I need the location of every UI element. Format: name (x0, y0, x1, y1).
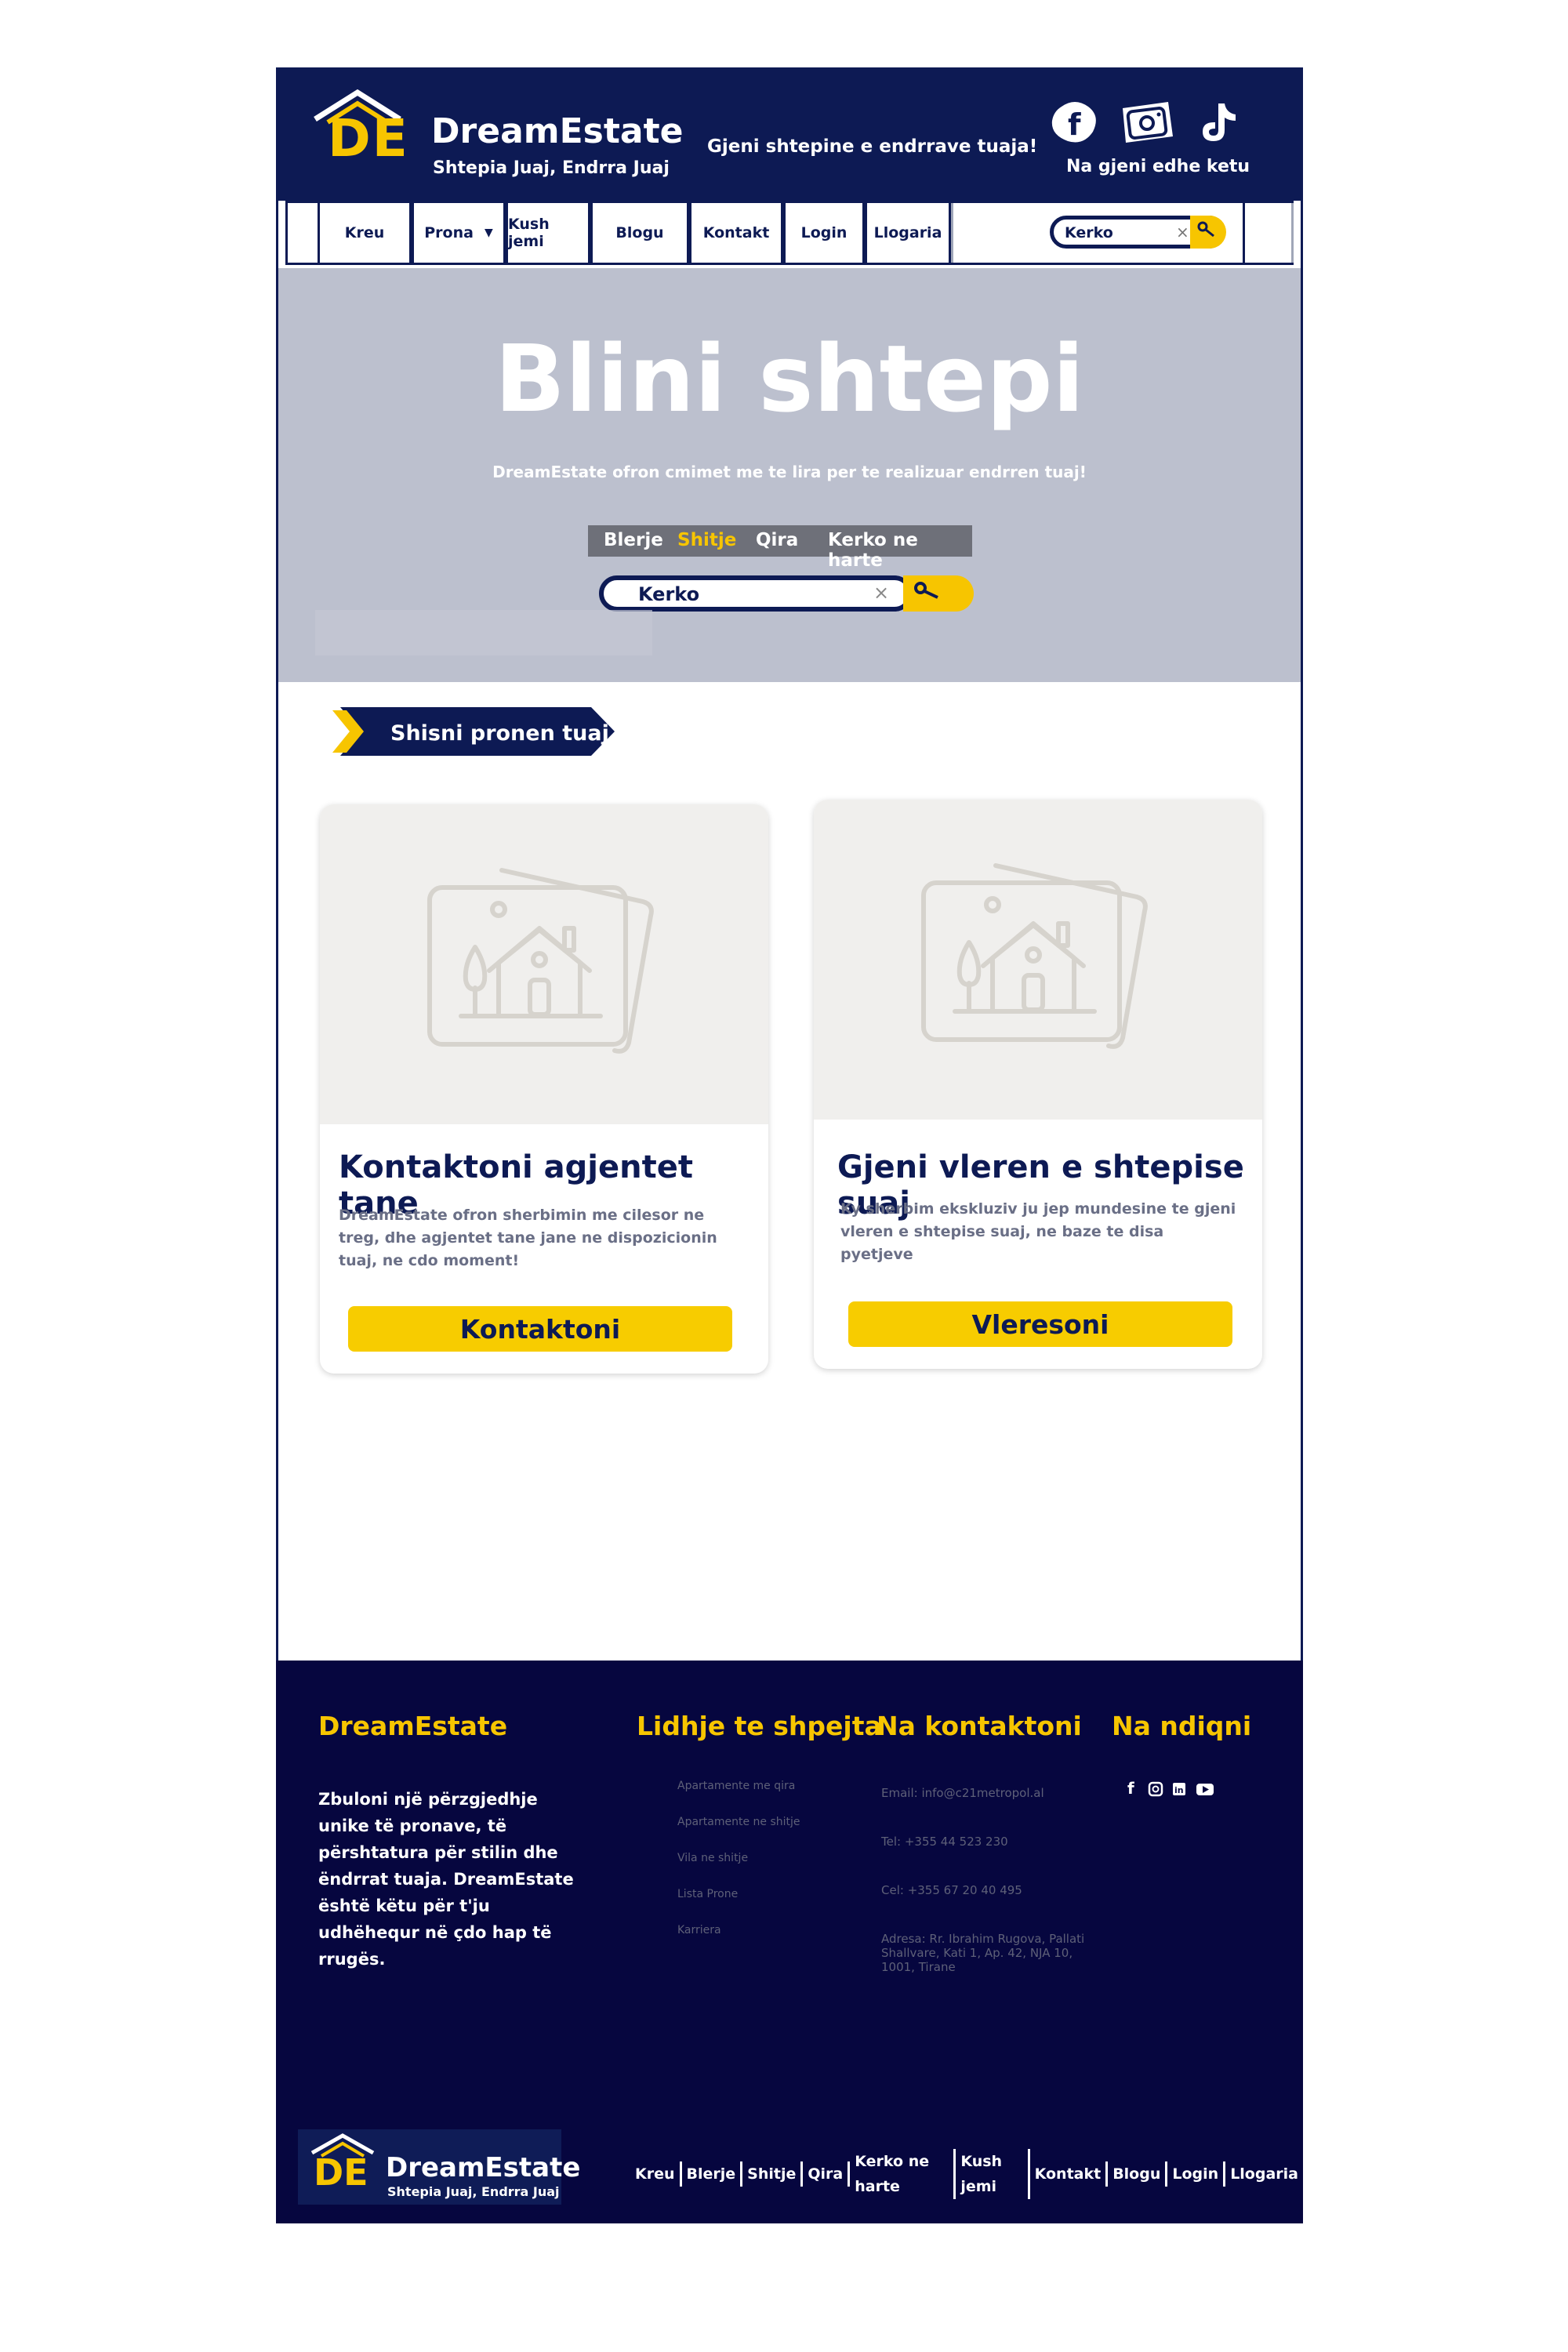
nav-search-button[interactable] (1190, 216, 1226, 249)
nav-item-llogaria[interactable]: Llogaria (865, 203, 951, 263)
footer-nav: Kreu Blerje Shitje Qira Kerko ne harte K… (630, 2149, 1303, 2199)
nav-item-login[interactable]: Login (783, 203, 865, 263)
footer-follow-heading: Na ndiqni (1112, 1711, 1252, 1741)
footer-email[interactable]: Email: info@c21metropol.al (881, 1786, 1093, 1800)
house-photo-icon (427, 868, 654, 1054)
social-caption: Na gjeni edhe ketu (1066, 157, 1250, 176)
tab-kerko-ne-harte[interactable]: Kerko ne harte (828, 530, 972, 571)
footer-nav-kreu[interactable]: Kreu (630, 2161, 682, 2187)
nav-item-blogu[interactable]: Blogu (590, 203, 689, 263)
tab-blerje[interactable]: Blerje (604, 530, 663, 550)
instagram-icon[interactable] (1118, 99, 1178, 146)
footer-link-vila-shitje[interactable]: Vila ne shitje (677, 1852, 748, 1864)
nav-item-prona[interactable]: Prona ▼ (412, 203, 506, 263)
logo-mark[interactable]: DE (328, 113, 409, 165)
footer-nav-login[interactable]: Login (1167, 2161, 1226, 2187)
footer-brand-heading: DreamEstate (318, 1711, 508, 1741)
svg-text:f: f (1068, 107, 1081, 142)
footer-nav-blerje[interactable]: Blerje (682, 2161, 743, 2187)
card-text: DreamEstate ofron sherbimin me cilesor n… (339, 1207, 717, 1269)
footer-nav-shitje[interactable]: Shitje (742, 2161, 804, 2187)
footer-nav-blogu[interactable]: Blogu (1108, 2161, 1168, 2187)
nav-item-kontakt[interactable]: Kontakt (689, 203, 783, 263)
footer-nav-kontakt[interactable]: Kontakt (1030, 2161, 1109, 2187)
card-contact-agents: Kontaktoni agjentet tane DreamEstate ofr… (320, 804, 768, 1374)
hero-overlay (315, 610, 652, 655)
svg-text:f: f (1127, 1779, 1134, 1798)
hero-subtitle: DreamEstate ofron cmimet me te lira per … (492, 463, 1087, 481)
nav-item-kush-jemi[interactable]: Kush jemi (506, 203, 590, 263)
footer-description: Zbuloni një përzgjedhje unike të pronave… (318, 1790, 574, 1969)
image-placeholder (320, 804, 768, 1124)
header-slogan: Gjeni shtepine e endrrave tuaja! (707, 136, 1038, 157)
search-icon (914, 582, 938, 599)
tab-shitje[interactable]: Shitje (677, 530, 736, 550)
footer-cel[interactable]: Cel: +355 67 20 40 495 (881, 1883, 1093, 1897)
footer-address: Adresa: Rr. Ibrahim Rugova, Pallati Shal… (881, 1932, 1085, 1974)
nav-item-kreu[interactable]: Kreu (318, 203, 412, 263)
clear-icon[interactable]: × (873, 582, 889, 604)
nav-search-value: Kerko (1065, 224, 1113, 241)
youtube-icon[interactable] (1196, 1784, 1214, 1795)
vleresoni-button[interactable]: Vleresoni (848, 1301, 1232, 1347)
clear-icon[interactable]: × (1176, 223, 1189, 241)
image-placeholder (814, 800, 1262, 1120)
hero-title: Blini shtepi (495, 325, 1084, 433)
footer-nav-kush-jemi[interactable]: Kush jemi (956, 2149, 1030, 2199)
facebook-icon[interactable]: f (1127, 1779, 1134, 1798)
caret-down-icon: ▼ (484, 227, 493, 239)
kontaktoni-button[interactable]: Kontaktoni (348, 1306, 732, 1352)
header-social-icons: f (1047, 99, 1243, 146)
card-home-valuation: Gjeni vleren e shtepise suaj Ky sherbim … (814, 800, 1262, 1369)
site-header: DE DreamEstate Shtepia Juaj, Endrra Juaj… (276, 67, 1303, 201)
footer-nav-qira[interactable]: Qira (803, 2161, 851, 2187)
footer-logo-tagline: Shtepia Juaj, Endrra Juaj (387, 2184, 560, 2199)
house-photo-icon (921, 863, 1148, 1049)
footer-link-karriera[interactable]: Karriera (677, 1924, 721, 1936)
brand-name[interactable]: DreamEstate (431, 114, 683, 149)
site-footer: DreamEstate Zbuloni një përzgjedhje unik… (276, 1661, 1303, 2223)
main-nav: Kreu Prona ▼ Kush jemi Blogu Kontakt Logi… (285, 201, 1294, 265)
brand-tagline: Shtepia Juaj, Endrra Juaj (433, 158, 670, 178)
footer-link-apartamente-shitje[interactable]: Apartamente ne shitje (677, 1816, 800, 1828)
svg-text:in: in (1174, 1785, 1184, 1795)
section-ribbon-label: Shisni pronen tuaj (390, 721, 609, 746)
footer-contact-heading: Na kontaktoni (877, 1711, 1082, 1741)
facebook-icon[interactable]: f (1047, 99, 1102, 146)
footer-social-icons: f in (1127, 1779, 1214, 1798)
footer-nav-llogaria[interactable]: Llogaria (1225, 2161, 1303, 2187)
footer-nav-kerko-ne-harte[interactable]: Kerko ne harte (850, 2149, 956, 2199)
card-text: Ky sherbim ekskluziv ju jep mundesine te… (840, 1200, 1236, 1263)
instagram-icon[interactable] (1148, 1781, 1163, 1797)
linkedin-icon[interactable]: in (1173, 1783, 1185, 1795)
hero-search-input[interactable]: Kerko × (599, 575, 974, 612)
tiktok-icon[interactable] (1196, 99, 1240, 146)
hero-section: Blini shtepi DreamEstate ofron cmimet me… (278, 268, 1301, 682)
footer-link-apartamente-qira[interactable]: Apartamente me qira (677, 1780, 795, 1792)
footer-logo-mark: DE (314, 2151, 368, 2194)
footer-link-lista-prone[interactable]: Lista Prone (677, 1888, 738, 1900)
nav-spacer (1243, 203, 1291, 263)
hero-search-value: Kerko (638, 583, 700, 605)
footer-logo-name: DreamEstate (386, 2152, 581, 2183)
footer-tel[interactable]: Tel: +355 44 523 230 (881, 1835, 1093, 1849)
footer-logo[interactable]: DE DreamEstate Shtepia Juaj, Endrra Juaj (298, 2129, 580, 2205)
hero-search-button[interactable] (903, 575, 974, 612)
footer-links-heading: Lidhje te shpejta (637, 1711, 882, 1741)
tab-qira[interactable]: Qira (756, 530, 798, 550)
nav-search-input[interactable]: Kerko × (1050, 216, 1226, 249)
hero-tabs: Blerje Shitje Qira Kerko ne harte (588, 525, 972, 571)
search-icon (1197, 221, 1214, 238)
